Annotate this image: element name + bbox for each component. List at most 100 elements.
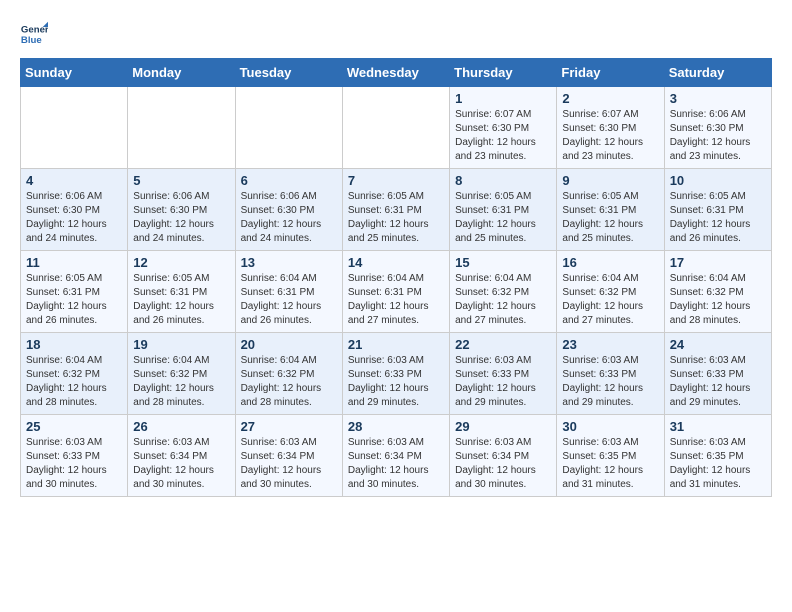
weekday-header-tuesday: Tuesday [235,59,342,87]
weekday-header-monday: Monday [128,59,235,87]
calendar-cell: 2 Sunrise: 6:07 AM Sunset: 6:30 PM Daylig… [557,87,664,169]
day-info: Sunrise: 6:03 AM Sunset: 6:34 PM Dayligh… [241,436,337,492]
calendar-cell: 22Sunrise: 6:03 AM Sunset: 6:33 PM Dayli… [450,333,557,415]
day-number: 24 [670,337,766,352]
calendar-cell: 26 Sunrise: 6:03 AM Sunset: 6:34 PM Dayli… [128,415,235,497]
day-number: 3 [670,91,766,106]
calendar-cell: 24 Sunrise: 6:03 AM Sunset: 6:33 PM Dayli… [664,333,771,415]
day-number: 28 [348,419,444,434]
calendar-table: SundayMondayTuesdayWednesdayThursdayFrid… [20,58,772,497]
day-info: Sunrise: 6:06 AM Sunset: 6:30 PM Dayligh… [133,190,229,246]
calendar-cell: 28 Sunrise: 6:03 AM Sunset: 6:34 PM Dayli… [342,415,449,497]
day-number: 31 [670,419,766,434]
day-number: 17 [670,255,766,270]
day-info: Sunrise: 6:03 AM Sunset: 6:33 PM Dayligh… [670,354,766,410]
calendar-cell: 27 Sunrise: 6:03 AM Sunset: 6:34 PM Dayli… [235,415,342,497]
day-number: 25 [26,419,122,434]
day-info: Sunrise: 6:04 AM Sunset: 6:32 PM Dayligh… [133,354,229,410]
day-info: Sunrise: 6:04 AM Sunset: 6:32 PM Dayligh… [455,272,551,328]
logo-icon: General Blue [20,20,48,48]
calendar-cell [235,87,342,169]
calendar-cell: 5 Sunrise: 6:06 AM Sunset: 6:30 PM Daylig… [128,169,235,251]
calendar-cell: 9Sunrise: 6:05 AM Sunset: 6:31 PM Daylig… [557,169,664,251]
logo: General Blue [20,20,52,48]
day-info: Sunrise: 6:04 AM Sunset: 6:31 PM Dayligh… [348,272,444,328]
calendar-cell: 17 Sunrise: 6:04 AM Sunset: 6:32 PM Dayli… [664,251,771,333]
day-info: Sunrise: 6:04 AM Sunset: 6:31 PM Dayligh… [241,272,337,328]
weekday-header-sunday: Sunday [21,59,128,87]
day-number: 29 [455,419,551,434]
day-info: Sunrise: 6:06 AM Sunset: 6:30 PM Dayligh… [241,190,337,246]
day-info: Sunrise: 6:03 AM Sunset: 6:33 PM Dayligh… [26,436,122,492]
day-info: Sunrise: 6:05 AM Sunset: 6:31 PM Dayligh… [455,190,551,246]
calendar-cell: 3 Sunrise: 6:06 AM Sunset: 6:30 PM Daylig… [664,87,771,169]
calendar-cell: 10 Sunrise: 6:05 AM Sunset: 6:31 PM Dayli… [664,169,771,251]
weekday-header-thursday: Thursday [450,59,557,87]
day-info: Sunrise: 6:05 AM Sunset: 6:31 PM Dayligh… [348,190,444,246]
calendar-cell [128,87,235,169]
day-info: Sunrise: 6:04 AM Sunset: 6:32 PM Dayligh… [26,354,122,410]
calendar-cell: 13 Sunrise: 6:04 AM Sunset: 6:31 PM Dayli… [235,251,342,333]
calendar-cell: 31 Sunrise: 6:03 AM Sunset: 6:35 PM Dayli… [664,415,771,497]
day-number: 15 [455,255,551,270]
day-info: Sunrise: 6:03 AM Sunset: 6:34 PM Dayligh… [455,436,551,492]
day-number: 27 [241,419,337,434]
day-number: 12 [133,255,229,270]
calendar-cell: 30 Sunrise: 6:03 AM Sunset: 6:35 PM Dayli… [557,415,664,497]
day-number: 22 [455,337,551,352]
calendar-cell: 21Sunrise: 6:03 AM Sunset: 6:33 PM Dayli… [342,333,449,415]
day-info: Sunrise: 6:07 AM Sunset: 6:30 PM Dayligh… [562,108,658,164]
day-info: Sunrise: 6:07 AM Sunset: 6:30 PM Dayligh… [455,108,551,164]
day-info: Sunrise: 6:04 AM Sunset: 6:32 PM Dayligh… [241,354,337,410]
day-number: 23 [562,337,658,352]
calendar-cell: 11 Sunrise: 6:05 AM Sunset: 6:31 PM Dayli… [21,251,128,333]
day-number: 11 [26,255,122,270]
day-number: 10 [670,173,766,188]
day-number: 16 [562,255,658,270]
weekday-header-friday: Friday [557,59,664,87]
calendar-cell: 19 Sunrise: 6:04 AM Sunset: 6:32 PM Dayli… [128,333,235,415]
day-number: 18 [26,337,122,352]
day-number: 8 [455,173,551,188]
calendar-cell: 16 Sunrise: 6:04 AM Sunset: 6:32 PM Dayli… [557,251,664,333]
svg-text:Blue: Blue [21,35,42,46]
day-info: Sunrise: 6:05 AM Sunset: 6:31 PM Dayligh… [133,272,229,328]
day-info: Sunrise: 6:03 AM Sunset: 6:35 PM Dayligh… [670,436,766,492]
calendar-cell: 25 Sunrise: 6:03 AM Sunset: 6:33 PM Dayli… [21,415,128,497]
day-number: 14 [348,255,444,270]
page-header: General Blue [20,20,772,48]
day-number: 7 [348,173,444,188]
day-info: Sunrise: 6:03 AM Sunset: 6:33 PM Dayligh… [562,354,658,410]
calendar-cell: 12 Sunrise: 6:05 AM Sunset: 6:31 PM Dayli… [128,251,235,333]
day-info: Sunrise: 6:03 AM Sunset: 6:35 PM Dayligh… [562,436,658,492]
calendar-cell [342,87,449,169]
day-number: 26 [133,419,229,434]
day-number: 1 [455,91,551,106]
calendar-cell: 20 Sunrise: 6:04 AM Sunset: 6:32 PM Dayli… [235,333,342,415]
day-info: Sunrise: 6:04 AM Sunset: 6:32 PM Dayligh… [562,272,658,328]
day-info: Sunrise: 6:05 AM Sunset: 6:31 PM Dayligh… [562,190,658,246]
day-number: 20 [241,337,337,352]
calendar-cell: 15 Sunrise: 6:04 AM Sunset: 6:32 PM Dayli… [450,251,557,333]
calendar-cell: 23 Sunrise: 6:03 AM Sunset: 6:33 PM Dayli… [557,333,664,415]
calendar-cell: 7 Sunrise: 6:05 AM Sunset: 6:31 PM Daylig… [342,169,449,251]
day-info: Sunrise: 6:03 AM Sunset: 6:34 PM Dayligh… [133,436,229,492]
calendar-cell: 4 Sunrise: 6:06 AM Sunset: 6:30 PM Daylig… [21,169,128,251]
day-info: Sunrise: 6:05 AM Sunset: 6:31 PM Dayligh… [670,190,766,246]
day-number: 2 [562,91,658,106]
day-number: 13 [241,255,337,270]
day-info: Sunrise: 6:06 AM Sunset: 6:30 PM Dayligh… [26,190,122,246]
day-number: 19 [133,337,229,352]
day-info: Sunrise: 6:05 AM Sunset: 6:31 PM Dayligh… [26,272,122,328]
day-info: Sunrise: 6:06 AM Sunset: 6:30 PM Dayligh… [670,108,766,164]
day-number: 4 [26,173,122,188]
day-number: 5 [133,173,229,188]
calendar-cell: 1 Sunrise: 6:07 AM Sunset: 6:30 PM Daylig… [450,87,557,169]
day-info: Sunrise: 6:03 AM Sunset: 6:33 PM Dayligh… [348,354,444,410]
calendar-cell: 29 Sunrise: 6:03 AM Sunset: 6:34 PM Dayli… [450,415,557,497]
day-info: Sunrise: 6:04 AM Sunset: 6:32 PM Dayligh… [670,272,766,328]
weekday-header-saturday: Saturday [664,59,771,87]
day-info: Sunrise: 6:03 AM Sunset: 6:34 PM Dayligh… [348,436,444,492]
day-number: 30 [562,419,658,434]
day-number: 6 [241,173,337,188]
